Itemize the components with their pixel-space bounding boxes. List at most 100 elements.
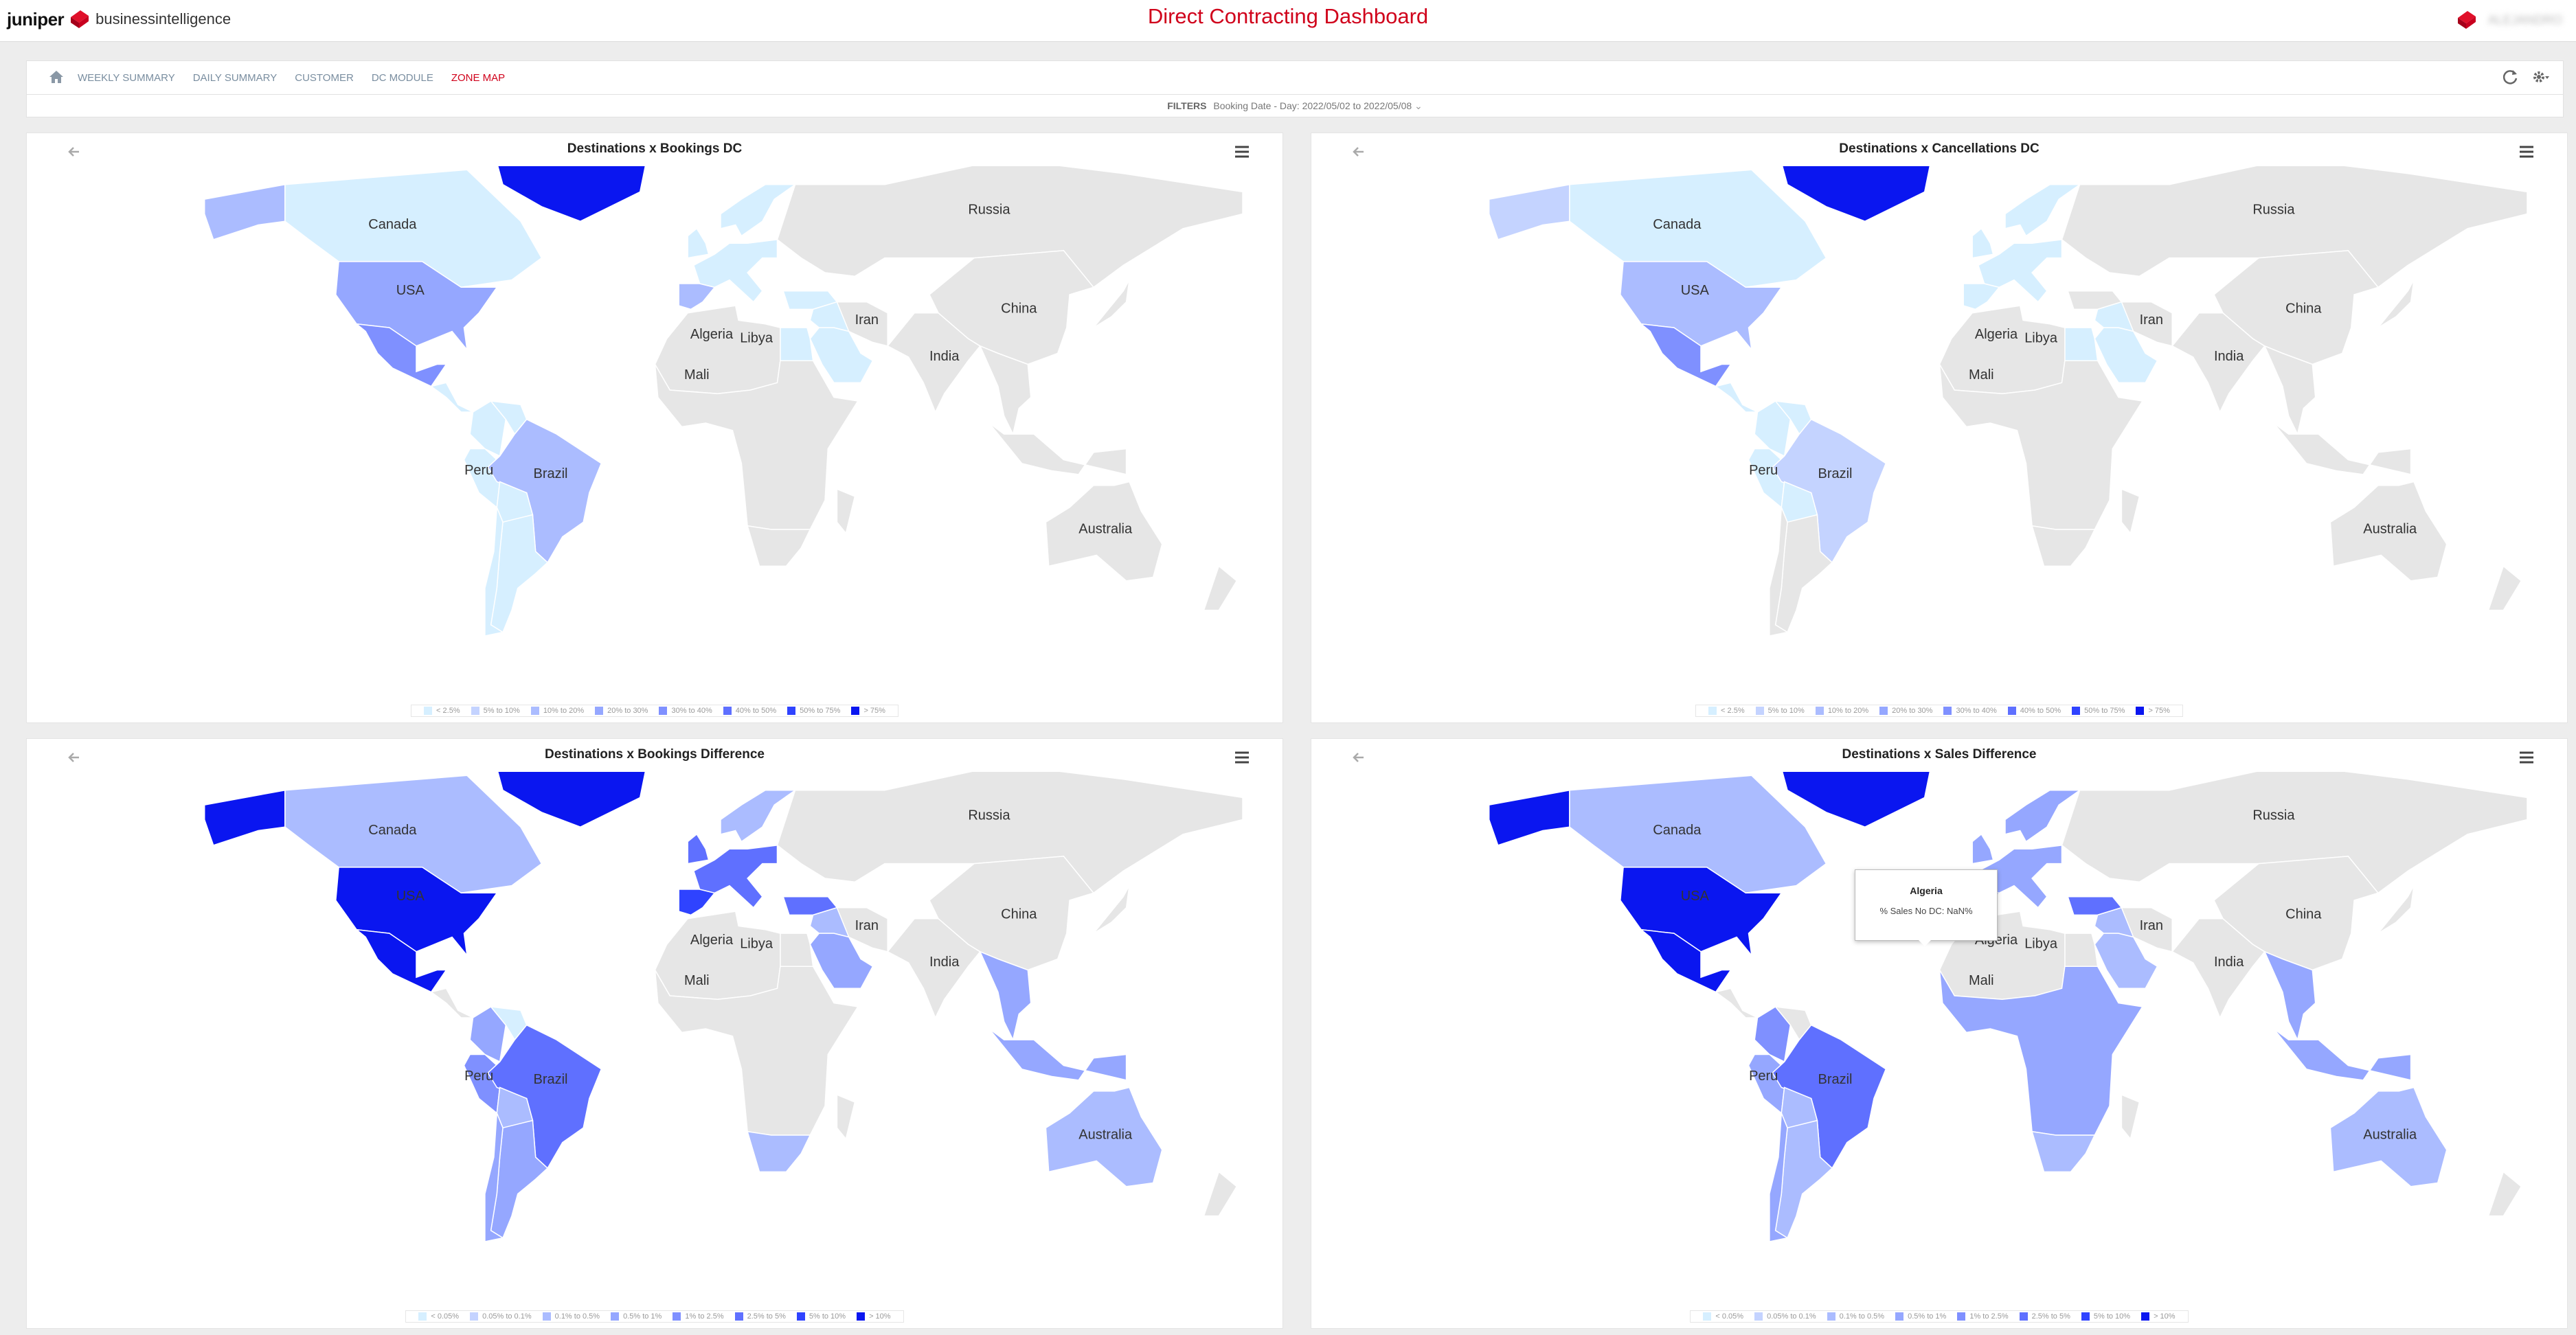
region-central-america[interactable]	[429, 382, 473, 413]
region-nz[interactable]	[1203, 1171, 1238, 1217]
legend-item[interactable]: < 0.05%	[1703, 1312, 1743, 1321]
region-greenland[interactable]	[497, 772, 646, 828]
legend-item[interactable]: 5% to 10%	[1755, 707, 1805, 715]
legend-item[interactable]: 30% to 40%	[659, 707, 712, 715]
chevron-down-icon[interactable]: ⌄	[1414, 100, 1423, 111]
region-uk[interactable]	[1971, 227, 1994, 259]
legend-item[interactable]: < 2.5%	[1708, 707, 1745, 715]
legend-item[interactable]: 20% to 30%	[595, 707, 648, 715]
region-iberia[interactable]	[678, 889, 716, 916]
filter-bar[interactable]: FILTERS Booking Date - Day: 2022/05/02 t…	[26, 95, 2564, 117]
legend-item[interactable]: 0.05% to 0.1%	[1754, 1312, 1816, 1321]
region-north-africa[interactable]	[654, 305, 781, 395]
region-japan[interactable]	[1093, 885, 1130, 934]
legend-item[interactable]: 0.05% to 0.1%	[470, 1312, 532, 1321]
region-south-africa[interactable]	[747, 1130, 811, 1173]
region-central-america[interactable]	[429, 988, 473, 1018]
region-japan[interactable]	[2377, 885, 2415, 934]
region-iberia[interactable]	[678, 283, 716, 310]
legend-item[interactable]: 1% to 2.5%	[1957, 1312, 2009, 1321]
legend-item[interactable]: 30% to 40%	[1943, 707, 1997, 715]
tab-zone-map[interactable]: ZONE MAP	[451, 72, 505, 84]
legend-item[interactable]: < 2.5%	[424, 707, 460, 715]
region-uk[interactable]	[687, 227, 710, 259]
region-madagascar[interactable]	[836, 1094, 856, 1141]
region-central-america[interactable]	[1714, 382, 1758, 413]
hamburger-menu-icon[interactable]	[2518, 143, 2535, 161]
region-japan[interactable]	[1093, 279, 1130, 328]
user-menu[interactable]: ALEJANDRO	[2455, 8, 2562, 32]
legend-item[interactable]: < 0.05%	[418, 1312, 459, 1321]
world-map[interactable]: Canada USA Russia China Iran India Algeria Liby…	[1311, 166, 2567, 687]
legend-item[interactable]: 0.5% to 1%	[1895, 1312, 1946, 1321]
region-south-africa[interactable]	[2031, 1130, 2096, 1173]
hamburger-menu-icon[interactable]	[2518, 749, 2535, 766]
region-madagascar[interactable]	[2121, 488, 2140, 535]
region-japan[interactable]	[2377, 279, 2415, 328]
legend-item[interactable]: 2.5% to 5%	[734, 1312, 786, 1321]
region-nz[interactable]	[2487, 1171, 2522, 1217]
legend-item[interactable]: 0.1% to 0.5%	[542, 1312, 600, 1321]
legend-item[interactable]: > 10%	[2141, 1312, 2176, 1321]
refresh-icon[interactable]	[2501, 68, 2519, 86]
region-south-africa[interactable]	[747, 525, 811, 567]
legend-item[interactable]: > 75%	[2136, 707, 2170, 715]
region-north-africa[interactable]	[654, 911, 781, 1001]
legend-item[interactable]: 5% to 10%	[2081, 1312, 2130, 1321]
region-nz[interactable]	[1203, 565, 1238, 611]
tab-customer[interactable]: CUSTOMER	[295, 72, 354, 84]
legend-item[interactable]: 10% to 20%	[1815, 707, 1868, 715]
legend-item[interactable]: > 10%	[857, 1312, 891, 1321]
region-central-america[interactable]	[1714, 988, 1758, 1018]
region-iberia[interactable]	[1963, 283, 2000, 310]
region-egypt[interactable]	[2064, 327, 2099, 361]
region-greenland[interactable]	[1781, 166, 1931, 223]
region-egypt[interactable]	[780, 327, 814, 361]
region-uk[interactable]	[1971, 833, 1994, 865]
gear-icon[interactable]	[2531, 68, 2549, 86]
region-nz[interactable]	[2487, 565, 2522, 611]
legend-item[interactable]: 0.1% to 0.5%	[1827, 1312, 1884, 1321]
legend-item[interactable]: 20% to 30%	[1879, 707, 1932, 715]
region-north-africa[interactable]	[1939, 305, 2066, 395]
region-madagascar[interactable]	[2121, 1094, 2140, 1141]
country-label-usa: USA	[1681, 889, 1710, 904]
tab-dc-module[interactable]: DC MODULE	[372, 72, 433, 84]
region-greenland[interactable]	[1781, 772, 1931, 828]
region-egypt[interactable]	[2064, 933, 2099, 967]
legend-item[interactable]: 2.5% to 5%	[2019, 1312, 2070, 1321]
legend-item[interactable]: > 75%	[851, 707, 885, 715]
region-greenland[interactable]	[497, 166, 646, 223]
region-south-africa[interactable]	[2031, 525, 2096, 567]
region-indonesia[interactable]	[2273, 422, 2412, 475]
region-indonesia[interactable]	[2273, 1028, 2412, 1081]
legend-item[interactable]: 40% to 50%	[2007, 707, 2061, 715]
legend-item[interactable]: 50% to 75%	[787, 707, 840, 715]
region-uk[interactable]	[687, 833, 710, 865]
hamburger-menu-icon[interactable]	[1233, 749, 1251, 766]
legend-item[interactable]: 10% to 20%	[530, 707, 584, 715]
region-alaska[interactable]	[1488, 789, 1570, 846]
world-map[interactable]: Canada USA Russia China Iran India Algeria Liby…	[27, 166, 1283, 687]
legend-swatch	[2072, 707, 2081, 715]
region-madagascar[interactable]	[836, 488, 856, 535]
world-map[interactable]: Canada USA Russia China Iran India Algeria Liby…	[1311, 772, 2567, 1292]
panel-title: Destinations x Bookings Difference	[545, 747, 765, 762]
world-map[interactable]: Canada USA Russia China Iran India Algeria Liby…	[27, 772, 1283, 1292]
tab-weekly-summary[interactable]: WEEKLY SUMMARY	[78, 72, 175, 84]
legend-item[interactable]: 0.5% to 1%	[611, 1312, 662, 1321]
region-alaska[interactable]	[1488, 183, 1570, 240]
region-indonesia[interactable]	[988, 422, 1127, 475]
legend-item[interactable]: 50% to 75%	[2072, 707, 2125, 715]
legend-item[interactable]: 5% to 10%	[796, 1312, 846, 1321]
region-alaska[interactable]	[203, 183, 286, 240]
home-icon[interactable]	[49, 69, 64, 84]
tab-daily-summary[interactable]: DAILY SUMMARY	[193, 72, 278, 84]
legend-item[interactable]: 1% to 2.5%	[673, 1312, 724, 1321]
legend-item[interactable]: 40% to 50%	[723, 707, 776, 715]
region-indonesia[interactable]	[988, 1028, 1127, 1081]
region-alaska[interactable]	[203, 789, 286, 846]
legend-item[interactable]: 5% to 10%	[471, 707, 520, 715]
region-egypt[interactable]	[780, 933, 814, 967]
hamburger-menu-icon[interactable]	[1233, 143, 1251, 161]
